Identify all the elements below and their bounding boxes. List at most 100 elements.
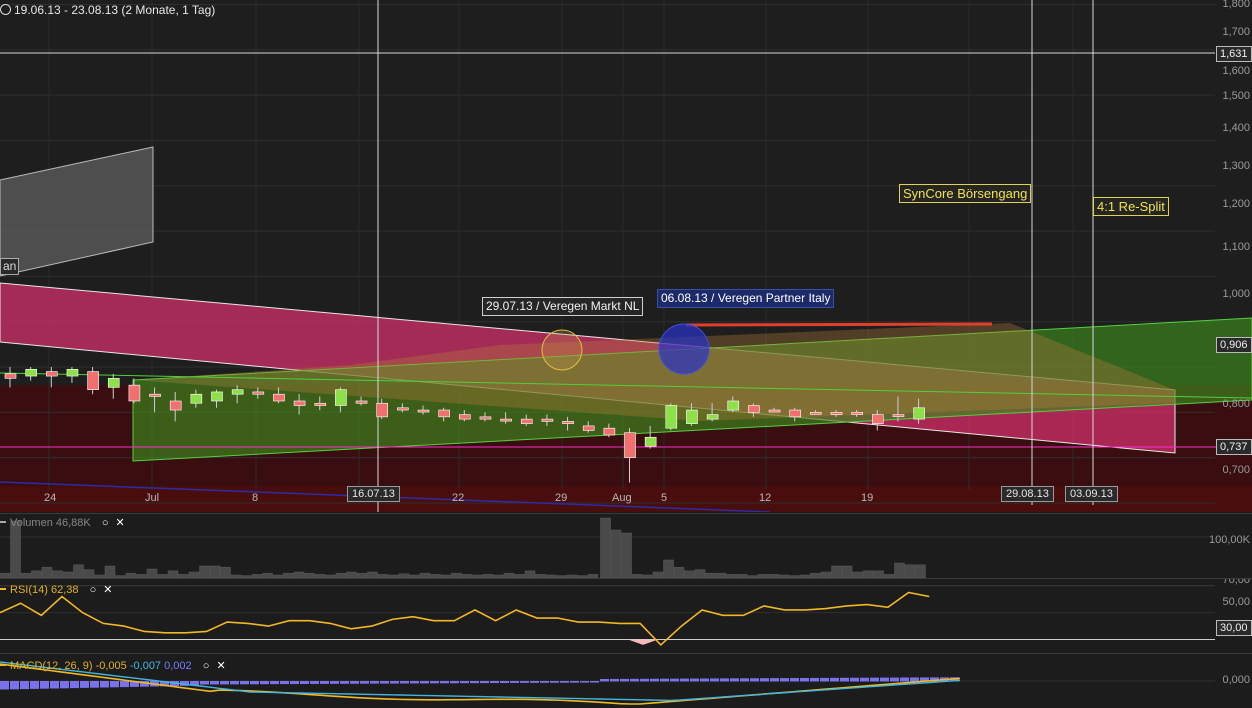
- volume-color-swatch: [0, 521, 6, 523]
- macd-histogram-bar: [880, 677, 889, 682]
- volume-bar: [894, 562, 905, 578]
- rsi-value: 62,38: [50, 584, 79, 596]
- macd-histogram-bar: [120, 681, 129, 688]
- volume-bar: [610, 529, 622, 578]
- rsi-axis-label: 70,00: [1222, 578, 1250, 586]
- macd-histogram-bar: [20, 681, 29, 690]
- macd-histogram-bar: [510, 681, 519, 683]
- volume-bar: [831, 565, 842, 578]
- event-circle-blue: [658, 323, 710, 375]
- gray-channel-drawing: [0, 146, 154, 277]
- rsi-color-swatch: [0, 588, 6, 590]
- candle-body: [87, 371, 99, 390]
- close-icon[interactable]: ✕: [116, 516, 125, 529]
- macd-color-swatch: [0, 664, 6, 666]
- event-label-veregen-markt-nl[interactable]: 29.07.13 / Veregen Markt NL: [482, 297, 644, 316]
- event-label-resplit[interactable]: 4:1 Re-Split: [1093, 197, 1169, 216]
- y-tick: 0,800: [1222, 398, 1250, 410]
- event-date-box: 29.08.13: [1001, 486, 1054, 502]
- x-tick: 22: [452, 492, 465, 504]
- close-icon[interactable]: ✕: [103, 583, 112, 596]
- candle-body: [706, 414, 719, 420]
- red-resistance-line: [685, 322, 993, 327]
- macd-panel[interactable]: MACD(12, 26, 9) -0,005 -0,007 0,002 ○ ✕ …: [0, 653, 1252, 708]
- volume-bar: [73, 564, 84, 578]
- candle-body: [913, 407, 925, 420]
- macd-histogram-bar: [410, 681, 419, 684]
- candle-body: [211, 391, 223, 402]
- volume-bar: [209, 565, 221, 578]
- volume-bar: [873, 570, 884, 578]
- macd-histogram-bar: [460, 681, 469, 684]
- candle-body: [871, 414, 884, 424]
- macd-axis-label: 0,000: [1222, 674, 1250, 686]
- settings-circle-icon[interactable]: ○: [102, 517, 109, 529]
- rsi-axis-label: 50,00: [1222, 596, 1250, 608]
- macd-histogram-bar: [210, 681, 219, 685]
- macd-histogram-bar: [290, 681, 299, 685]
- volume-bar: [524, 570, 536, 578]
- macd-histogram-bar: [320, 681, 329, 684]
- candle-body: [397, 407, 409, 411]
- macd-histogram-bar: [600, 679, 609, 682]
- candle-body: [603, 427, 616, 436]
- volume-bar: [663, 559, 674, 578]
- partial-drawing-label[interactable]: an: [0, 258, 20, 275]
- macd-histogram-bar: [250, 681, 259, 685]
- macd-histogram-bar: [890, 677, 899, 682]
- macd-histogram-bar: [340, 681, 349, 684]
- macd-histogram-bar: [100, 681, 109, 688]
- macd-histogram-bar: [700, 678, 709, 682]
- candle-body: [190, 393, 203, 404]
- macd-histogram-bar: [50, 681, 59, 689]
- macd-histogram-bar: [200, 681, 209, 685]
- candle-body: [789, 409, 802, 418]
- candle-body: [748, 405, 760, 413]
- candle-body: [727, 400, 740, 411]
- macd-histogram-bar: [690, 678, 699, 682]
- macd-histogram-bar: [750, 678, 759, 682]
- rsi-panel[interactable]: RSI(14) 62,38 ○ ✕ 70,00 50,00 30,00: [0, 578, 1252, 653]
- x-tick: 29: [555, 492, 568, 504]
- macd-value: -0,005: [95, 660, 127, 672]
- macd-histogram-bar: [10, 681, 19, 690]
- volume-panel[interactable]: Volumen 46,88K ○ ✕ 100,00K: [0, 513, 1252, 578]
- event-label-syncore[interactable]: SynCore Börsengang: [899, 184, 1032, 203]
- macd-histogram-bar: [660, 678, 669, 682]
- settings-circle-icon[interactable]: ○: [203, 660, 210, 672]
- volume-bar: [104, 565, 116, 578]
- macd-histogram-bar: [590, 681, 599, 683]
- macd-histogram-bar: [650, 678, 659, 682]
- candle-body: [768, 409, 781, 413]
- close-icon[interactable]: ✕: [216, 659, 225, 672]
- volume-bar: [10, 520, 21, 578]
- candle-body: [665, 405, 678, 429]
- clock-icon: [0, 4, 11, 15]
- macd-histogram-bar: [910, 677, 919, 682]
- macd-histogram-bar: [440, 681, 449, 684]
- event-label-veregen-partner-italy[interactable]: 06.08.13 / Veregen Partner Italy: [657, 289, 835, 308]
- x-tick: 24: [44, 492, 57, 504]
- y-tick: 1,000: [1222, 288, 1250, 300]
- macd-histogram-bar: [330, 681, 339, 684]
- macd-histogram-bar: [30, 681, 39, 689]
- macd-histogram-bar: [220, 681, 229, 685]
- macd-histogram-bar: [490, 681, 499, 684]
- volume-bar: [904, 564, 916, 578]
- macd-histogram-bar: [240, 681, 249, 685]
- volume-bar: [841, 565, 853, 578]
- candle-body: [582, 425, 595, 431]
- macd-histogram-bar: [450, 681, 459, 684]
- macd-histogram-bar: [570, 681, 579, 683]
- macd-histogram-bar: [800, 678, 809, 682]
- volume-bar: [862, 570, 874, 578]
- price-tag-last: 0,906: [1216, 337, 1252, 353]
- candle-body: [128, 384, 141, 402]
- rsi-line: [0, 591, 930, 647]
- crosshair-date-box: 16.07.13: [347, 486, 400, 502]
- price-chart-panel[interactable]: 19.06.13 - 23.08.13 (2 Monate, 1 Tag) 1,…: [0, 0, 1252, 512]
- settings-circle-icon[interactable]: ○: [90, 584, 97, 596]
- macd-histogram-bar: [350, 681, 359, 684]
- price-chart-canvas[interactable]: [0, 0, 1252, 512]
- macd-histogram-bar: [760, 678, 769, 682]
